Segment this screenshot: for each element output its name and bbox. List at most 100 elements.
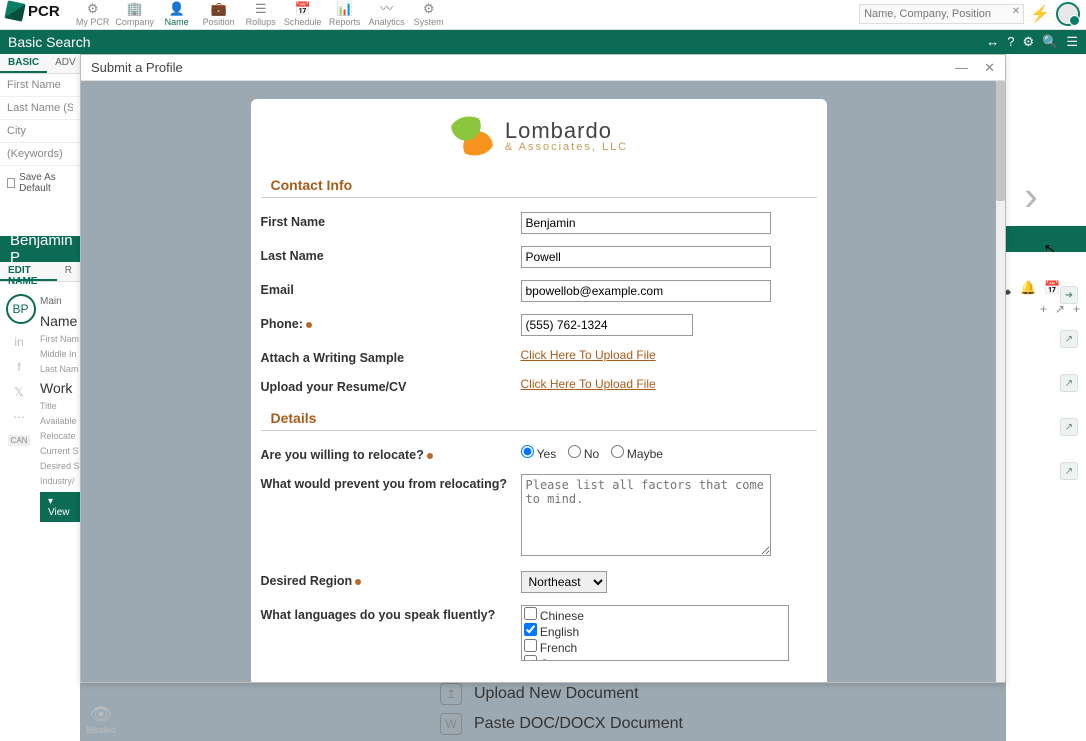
nav-label: System — [414, 17, 444, 27]
lbl-first: First Nam — [40, 334, 80, 344]
lang-option-german[interactable]: German — [524, 655, 786, 661]
more-icon[interactable]: ⋯ — [13, 410, 25, 424]
checkbox-icon[interactable] — [7, 178, 15, 188]
lang-option-chinese[interactable]: Chinese — [524, 607, 786, 623]
rail-action-icon[interactable]: ↗ — [1060, 330, 1078, 348]
tab-edit-name[interactable]: EDIT NAME — [0, 262, 57, 281]
record-plus-icon[interactable]: + — [1040, 302, 1047, 316]
email-input[interactable] — [521, 280, 771, 302]
blinded-toggle[interactable]: 👁 Blinded — [86, 704, 116, 735]
toolbar-icon[interactable]: 🔍 — [1042, 34, 1058, 50]
upload-writing-sample-link[interactable]: Click Here To Upload File — [521, 348, 656, 362]
facebook-icon[interactable]: f — [17, 360, 20, 374]
minimize-icon[interactable]: — — [955, 60, 968, 76]
lbl-phone: Phone: — [261, 314, 521, 331]
modal-scroll[interactable]: Lombardo & Associates, LLC Contact Info … — [81, 81, 996, 682]
tab-advanced[interactable]: ADV — [47, 54, 84, 73]
save-default-row[interactable]: Save As Default — [0, 166, 80, 200]
search-last-name[interactable] — [0, 97, 80, 120]
rail-action-icon[interactable]: ↗ — [1060, 374, 1078, 392]
brand-text: PCR — [28, 3, 60, 20]
nav-label: Name — [165, 17, 189, 27]
rail-action-icon[interactable]: ↗ — [1060, 462, 1078, 480]
eye-off-icon: 👁 — [86, 704, 116, 725]
lbl-email: Email — [261, 280, 521, 297]
upload-doc-row[interactable]: ↥ Upload New Document — [440, 683, 683, 705]
search-city[interactable] — [0, 120, 80, 143]
nav-reports[interactable]: 📊Reports — [324, 2, 366, 27]
nav-label: Rollups — [246, 17, 276, 27]
nav-schedule[interactable]: 📅Schedule — [282, 2, 324, 27]
top-nav: PCR ⚙My PCR🏢Company👤Name💼Position☰Rollup… — [0, 0, 1086, 30]
region-select[interactable]: Northeast — [521, 571, 607, 593]
search-first-name[interactable] — [0, 74, 80, 97]
lbl-writing-sample: Attach a Writing Sample — [261, 348, 521, 365]
main-tab-chip[interactable]: Main — [40, 296, 80, 307]
radio-no[interactable]: No — [568, 447, 600, 461]
modal-header: Submit a Profile — ✕ — [81, 55, 1005, 81]
tab-r[interactable]: R — [57, 262, 80, 281]
rail-action-icon[interactable]: ➜ — [1060, 286, 1078, 304]
required-dot-icon — [306, 322, 312, 328]
nav-analytics[interactable]: 〰Analytics — [366, 2, 408, 27]
nav-icon: 📊 — [337, 2, 353, 16]
toolbar-icon[interactable]: ☰ — [1066, 34, 1078, 50]
nav-icon: 📅 — [295, 2, 311, 16]
record-body: BP in f 𝕏 ⋯ CAN Main Name First Nam Midd… — [0, 282, 80, 522]
lbl-first-name: First Name — [261, 212, 521, 229]
left-panel: BASIC ADV Save As Default Benjamin P EDI… — [0, 54, 80, 741]
chevron-right-icon[interactable]: › — [1024, 172, 1038, 220]
nav-label: My PCR — [76, 17, 110, 27]
paste-doc-row[interactable]: W Paste DOC/DOCX Document — [440, 713, 683, 735]
section-contact-info: Contact Info — [261, 173, 817, 198]
toolbar-icon[interactable]: ⚙ — [1023, 34, 1035, 50]
rail-action-icon[interactable]: ↗ — [1060, 418, 1078, 436]
record-action-icon[interactable]: 🔔 — [1020, 280, 1036, 296]
record-rail-icons: BP in f 𝕏 ⋯ CAN — [0, 282, 38, 522]
search-tabs: BASIC ADV — [0, 54, 80, 74]
prevent-textarea[interactable] — [521, 474, 771, 556]
record-fields: Main Name First Nam Middle In Last Nam W… — [38, 282, 80, 522]
view-bar[interactable]: ▾ View — [40, 492, 80, 522]
user-avatar[interactable] — [1056, 2, 1080, 26]
lang-option-french[interactable]: French — [524, 639, 786, 655]
languages-listbox[interactable]: Chinese English French German — [521, 605, 789, 661]
clear-icon[interactable]: ✕ — [1012, 6, 1020, 17]
initials-chip[interactable]: BP — [6, 294, 36, 324]
scrollbar-thumb[interactable] — [996, 81, 1005, 201]
nav-my-pcr[interactable]: ⚙My PCR — [72, 2, 114, 27]
nav-icon: 👤 — [169, 2, 185, 16]
nav-system[interactable]: ⚙System — [408, 2, 450, 27]
twitter-icon[interactable]: 𝕏 — [14, 385, 24, 399]
save-default-label: Save As Default — [19, 172, 73, 194]
nav-position[interactable]: 💼Position — [198, 2, 240, 27]
required-dot-icon — [355, 579, 361, 585]
linkedin-icon[interactable]: in — [14, 335, 23, 349]
radio-maybe[interactable]: Maybe — [611, 447, 663, 461]
bolt-icon[interactable]: ⚡ — [1030, 4, 1050, 24]
search-keywords[interactable] — [0, 143, 80, 166]
last-name-input[interactable] — [521, 246, 771, 268]
radio-yes[interactable]: Yes — [521, 447, 557, 461]
nav-name[interactable]: 👤Name — [156, 2, 198, 27]
word-doc-icon: W — [440, 713, 462, 735]
upload-resume-link[interactable]: Click Here To Upload File — [521, 377, 656, 391]
phone-input[interactable] — [521, 314, 693, 336]
nav-rollups[interactable]: ☰Rollups — [240, 2, 282, 27]
first-name-input[interactable] — [521, 212, 771, 234]
toolbar-icon[interactable]: ? — [1007, 34, 1014, 50]
tab-basic[interactable]: BASIC — [0, 54, 47, 73]
toolbar-icon[interactable]: ↔ — [986, 34, 999, 50]
nav-label: Schedule — [284, 17, 322, 27]
lbl-last: Last Nam — [40, 364, 80, 374]
nav-items: ⚙My PCR🏢Company👤Name💼Position☰Rollups📅Sc… — [72, 2, 450, 27]
nav-label: Reports — [329, 17, 361, 27]
global-search-input[interactable] — [859, 4, 1024, 24]
nav-company[interactable]: 🏢Company — [114, 2, 156, 27]
nav-icon: 〰 — [380, 2, 393, 16]
search-inputs — [0, 74, 80, 166]
relocate-radios: Yes No Maybe — [521, 445, 817, 461]
close-icon[interactable]: ✕ — [984, 60, 995, 76]
lang-option-english[interactable]: English — [524, 623, 786, 639]
nav-icon: ⚙ — [423, 2, 435, 16]
